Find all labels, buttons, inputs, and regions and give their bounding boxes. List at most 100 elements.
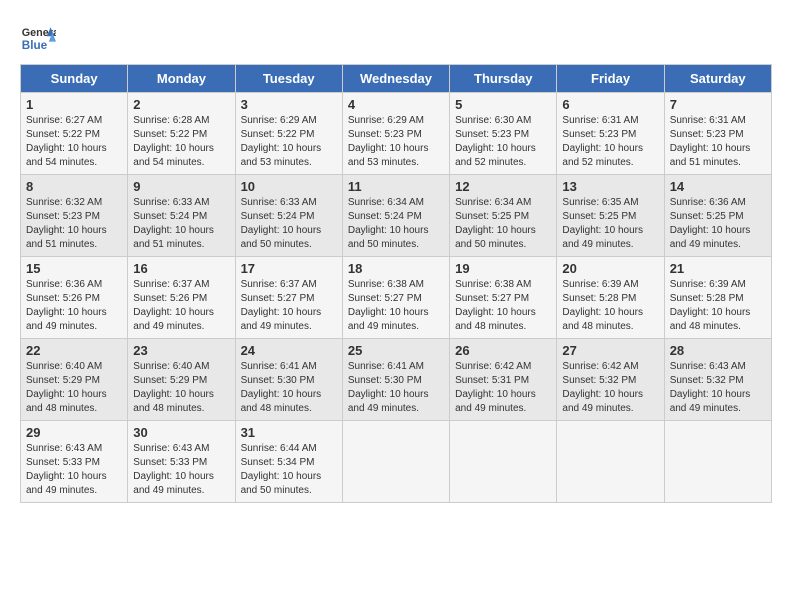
calendar-cell: 28 Sunrise: 6:43 AMSunset: 5:32 PMDaylig…: [664, 339, 771, 421]
calendar-cell: 13 Sunrise: 6:35 AMSunset: 5:25 PMDaylig…: [557, 175, 664, 257]
day-info: Sunrise: 6:30 AMSunset: 5:23 PMDaylight:…: [455, 115, 536, 168]
day-number: 2: [133, 97, 229, 112]
day-info: Sunrise: 6:38 AMSunset: 5:27 PMDaylight:…: [455, 279, 536, 332]
day-number: 24: [241, 343, 337, 358]
day-info: Sunrise: 6:38 AMSunset: 5:27 PMDaylight:…: [348, 279, 429, 332]
day-number: 22: [26, 343, 122, 358]
day-number: 3: [241, 97, 337, 112]
calendar-cell: 12 Sunrise: 6:34 AMSunset: 5:25 PMDaylig…: [450, 175, 557, 257]
day-number: 6: [562, 97, 658, 112]
day-number: 17: [241, 261, 337, 276]
calendar-cell: 6 Sunrise: 6:31 AMSunset: 5:23 PMDayligh…: [557, 93, 664, 175]
day-info: Sunrise: 6:42 AMSunset: 5:32 PMDaylight:…: [562, 361, 643, 414]
calendar-cell: 24 Sunrise: 6:41 AMSunset: 5:30 PMDaylig…: [235, 339, 342, 421]
day-info: Sunrise: 6:44 AMSunset: 5:34 PMDaylight:…: [241, 443, 322, 496]
col-header-tuesday: Tuesday: [235, 65, 342, 93]
day-number: 7: [670, 97, 766, 112]
calendar-cell: 16 Sunrise: 6:37 AMSunset: 5:26 PMDaylig…: [128, 257, 235, 339]
day-info: Sunrise: 6:37 AMSunset: 5:26 PMDaylight:…: [133, 279, 214, 332]
day-info: Sunrise: 6:41 AMSunset: 5:30 PMDaylight:…: [348, 361, 429, 414]
day-info: Sunrise: 6:29 AMSunset: 5:23 PMDaylight:…: [348, 115, 429, 168]
day-info: Sunrise: 6:43 AMSunset: 5:32 PMDaylight:…: [670, 361, 751, 414]
day-info: Sunrise: 6:31 AMSunset: 5:23 PMDaylight:…: [562, 115, 643, 168]
day-number: 1: [26, 97, 122, 112]
calendar-cell: 26 Sunrise: 6:42 AMSunset: 5:31 PMDaylig…: [450, 339, 557, 421]
day-number: 13: [562, 179, 658, 194]
calendar-cell: 5 Sunrise: 6:30 AMSunset: 5:23 PMDayligh…: [450, 93, 557, 175]
calendar-cell: 17 Sunrise: 6:37 AMSunset: 5:27 PMDaylig…: [235, 257, 342, 339]
calendar-cell: [664, 421, 771, 503]
calendar-cell: 7 Sunrise: 6:31 AMSunset: 5:23 PMDayligh…: [664, 93, 771, 175]
calendar-cell: 27 Sunrise: 6:42 AMSunset: 5:32 PMDaylig…: [557, 339, 664, 421]
calendar-cell: 10 Sunrise: 6:33 AMSunset: 5:24 PMDaylig…: [235, 175, 342, 257]
col-header-wednesday: Wednesday: [342, 65, 449, 93]
calendar-cell: 19 Sunrise: 6:38 AMSunset: 5:27 PMDaylig…: [450, 257, 557, 339]
calendar-cell: 31 Sunrise: 6:44 AMSunset: 5:34 PMDaylig…: [235, 421, 342, 503]
day-number: 29: [26, 425, 122, 440]
day-info: Sunrise: 6:39 AMSunset: 5:28 PMDaylight:…: [670, 279, 751, 332]
day-number: 4: [348, 97, 444, 112]
day-info: Sunrise: 6:42 AMSunset: 5:31 PMDaylight:…: [455, 361, 536, 414]
calendar-cell: 4 Sunrise: 6:29 AMSunset: 5:23 PMDayligh…: [342, 93, 449, 175]
day-info: Sunrise: 6:32 AMSunset: 5:23 PMDaylight:…: [26, 197, 107, 250]
calendar-cell: 15 Sunrise: 6:36 AMSunset: 5:26 PMDaylig…: [21, 257, 128, 339]
calendar-cell: 23 Sunrise: 6:40 AMSunset: 5:29 PMDaylig…: [128, 339, 235, 421]
day-number: 25: [348, 343, 444, 358]
day-number: 20: [562, 261, 658, 276]
generalblue-logo-icon: General Blue: [20, 20, 56, 56]
calendar-cell: [557, 421, 664, 503]
day-info: Sunrise: 6:37 AMSunset: 5:27 PMDaylight:…: [241, 279, 322, 332]
day-info: Sunrise: 6:40 AMSunset: 5:29 PMDaylight:…: [26, 361, 107, 414]
col-header-friday: Friday: [557, 65, 664, 93]
day-number: 9: [133, 179, 229, 194]
day-info: Sunrise: 6:41 AMSunset: 5:30 PMDaylight:…: [241, 361, 322, 414]
day-info: Sunrise: 6:43 AMSunset: 5:33 PMDaylight:…: [133, 443, 214, 496]
day-info: Sunrise: 6:28 AMSunset: 5:22 PMDaylight:…: [133, 115, 214, 168]
day-info: Sunrise: 6:33 AMSunset: 5:24 PMDaylight:…: [241, 197, 322, 250]
col-header-thursday: Thursday: [450, 65, 557, 93]
calendar-cell: 18 Sunrise: 6:38 AMSunset: 5:27 PMDaylig…: [342, 257, 449, 339]
calendar-cell: 14 Sunrise: 6:36 AMSunset: 5:25 PMDaylig…: [664, 175, 771, 257]
day-number: 26: [455, 343, 551, 358]
calendar-cell: 8 Sunrise: 6:32 AMSunset: 5:23 PMDayligh…: [21, 175, 128, 257]
calendar-cell: 21 Sunrise: 6:39 AMSunset: 5:28 PMDaylig…: [664, 257, 771, 339]
col-header-saturday: Saturday: [664, 65, 771, 93]
calendar-cell: 2 Sunrise: 6:28 AMSunset: 5:22 PMDayligh…: [128, 93, 235, 175]
day-number: 19: [455, 261, 551, 276]
day-info: Sunrise: 6:31 AMSunset: 5:23 PMDaylight:…: [670, 115, 751, 168]
calendar-cell: 22 Sunrise: 6:40 AMSunset: 5:29 PMDaylig…: [21, 339, 128, 421]
calendar-cell: 29 Sunrise: 6:43 AMSunset: 5:33 PMDaylig…: [21, 421, 128, 503]
day-number: 31: [241, 425, 337, 440]
day-number: 8: [26, 179, 122, 194]
calendar-cell: [342, 421, 449, 503]
day-info: Sunrise: 6:36 AMSunset: 5:25 PMDaylight:…: [670, 197, 751, 250]
day-info: Sunrise: 6:39 AMSunset: 5:28 PMDaylight:…: [562, 279, 643, 332]
day-number: 18: [348, 261, 444, 276]
logo-area: General Blue: [20, 20, 60, 56]
calendar-cell: 9 Sunrise: 6:33 AMSunset: 5:24 PMDayligh…: [128, 175, 235, 257]
day-number: 15: [26, 261, 122, 276]
day-number: 21: [670, 261, 766, 276]
day-number: 28: [670, 343, 766, 358]
day-info: Sunrise: 6:29 AMSunset: 5:22 PMDaylight:…: [241, 115, 322, 168]
day-number: 16: [133, 261, 229, 276]
calendar-cell: [450, 421, 557, 503]
calendar-cell: 1 Sunrise: 6:27 AMSunset: 5:22 PMDayligh…: [21, 93, 128, 175]
calendar-cell: 11 Sunrise: 6:34 AMSunset: 5:24 PMDaylig…: [342, 175, 449, 257]
day-info: Sunrise: 6:35 AMSunset: 5:25 PMDaylight:…: [562, 197, 643, 250]
day-info: Sunrise: 6:43 AMSunset: 5:33 PMDaylight:…: [26, 443, 107, 496]
day-number: 11: [348, 179, 444, 194]
day-number: 5: [455, 97, 551, 112]
day-info: Sunrise: 6:27 AMSunset: 5:22 PMDaylight:…: [26, 115, 107, 168]
col-header-sunday: Sunday: [21, 65, 128, 93]
calendar-table: SundayMondayTuesdayWednesdayThursdayFrid…: [20, 64, 772, 503]
day-info: Sunrise: 6:33 AMSunset: 5:24 PMDaylight:…: [133, 197, 214, 250]
day-number: 12: [455, 179, 551, 194]
col-header-monday: Monday: [128, 65, 235, 93]
calendar-cell: 20 Sunrise: 6:39 AMSunset: 5:28 PMDaylig…: [557, 257, 664, 339]
day-number: 27: [562, 343, 658, 358]
day-number: 10: [241, 179, 337, 194]
day-info: Sunrise: 6:34 AMSunset: 5:24 PMDaylight:…: [348, 197, 429, 250]
day-info: Sunrise: 6:34 AMSunset: 5:25 PMDaylight:…: [455, 197, 536, 250]
day-info: Sunrise: 6:40 AMSunset: 5:29 PMDaylight:…: [133, 361, 214, 414]
